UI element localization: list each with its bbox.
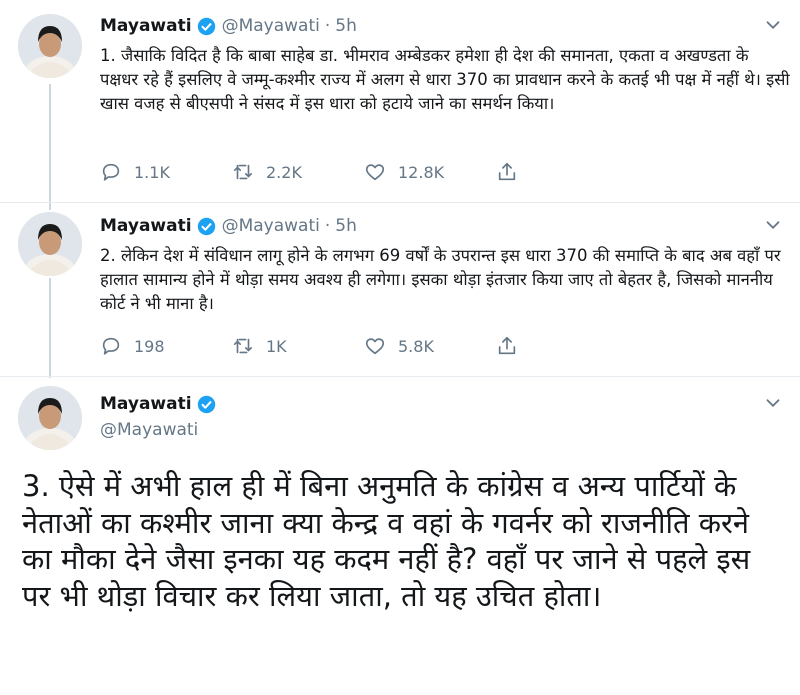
separator-dot: · <box>324 16 331 36</box>
chevron-down-icon[interactable] <box>762 392 784 414</box>
reply-button[interactable]: 1.1K <box>100 161 232 183</box>
reply-button[interactable]: 198 <box>100 335 232 357</box>
like-button[interactable]: 12.8K <box>364 161 496 183</box>
verified-badge-icon <box>197 395 216 414</box>
share-icon <box>496 335 518 357</box>
display-name[interactable]: Mayawati <box>100 394 192 414</box>
divider <box>0 202 800 203</box>
reply-icon <box>100 335 122 357</box>
share-icon <box>496 161 518 183</box>
reply-count: 198 <box>134 336 165 356</box>
retweet-icon <box>232 161 254 183</box>
tweet-text: 1. जैसाकि विदित है कि बाबा साहेब डा. भीम… <box>100 46 790 113</box>
avatar[interactable] <box>18 212 82 276</box>
verified-badge-icon <box>197 217 216 236</box>
handle[interactable]: @Mayawati <box>100 420 198 440</box>
retweet-icon <box>232 335 254 357</box>
timestamp[interactable]: 5h <box>335 216 357 236</box>
thread-line <box>49 278 51 378</box>
retweet-count: 1K <box>266 336 287 356</box>
share-button[interactable] <box>496 335 628 357</box>
like-icon <box>364 335 386 357</box>
thread-line <box>49 84 51 210</box>
tweet-text: 2. लेकिन देश में संविधान लागू होने के लग… <box>100 246 781 313</box>
divider <box>0 376 800 377</box>
handle[interactable]: @Mayawati <box>222 216 320 236</box>
like-count: 5.8K <box>398 336 434 356</box>
timestamp[interactable]: 5h <box>335 16 357 36</box>
avatar[interactable] <box>18 386 82 450</box>
retweet-count: 2.2K <box>266 162 302 182</box>
tweet-actions: 1.1K 2.2K 12.8K <box>100 161 628 183</box>
chevron-down-icon[interactable] <box>762 214 784 236</box>
tweet-header: Mayawati <box>100 394 216 414</box>
verified-badge-icon <box>197 17 216 36</box>
tweet-header: Mayawati @Mayawati · 5h <box>100 16 357 36</box>
tweet-text: 3. ऐसे में अभी हाल ही में बिना अनुमति के… <box>22 469 751 613</box>
reply-count: 1.1K <box>134 162 170 182</box>
like-icon <box>364 161 386 183</box>
retweet-button[interactable]: 1K <box>232 335 364 357</box>
tweet-header: Mayawati @Mayawati · 5h <box>100 216 357 236</box>
share-button[interactable] <box>496 161 628 183</box>
display-name[interactable]: Mayawati <box>100 216 192 236</box>
reply-icon <box>100 161 122 183</box>
avatar[interactable] <box>18 14 82 78</box>
like-count: 12.8K <box>398 162 445 182</box>
retweet-button[interactable]: 2.2K <box>232 161 364 183</box>
handle[interactable]: @Mayawati <box>222 16 320 36</box>
separator-dot: · <box>324 216 331 236</box>
chevron-down-icon[interactable] <box>762 14 784 36</box>
display-name[interactable]: Mayawati <box>100 16 192 36</box>
like-button[interactable]: 5.8K <box>364 335 496 357</box>
tweet-actions: 198 1K 5.8K <box>100 335 628 357</box>
